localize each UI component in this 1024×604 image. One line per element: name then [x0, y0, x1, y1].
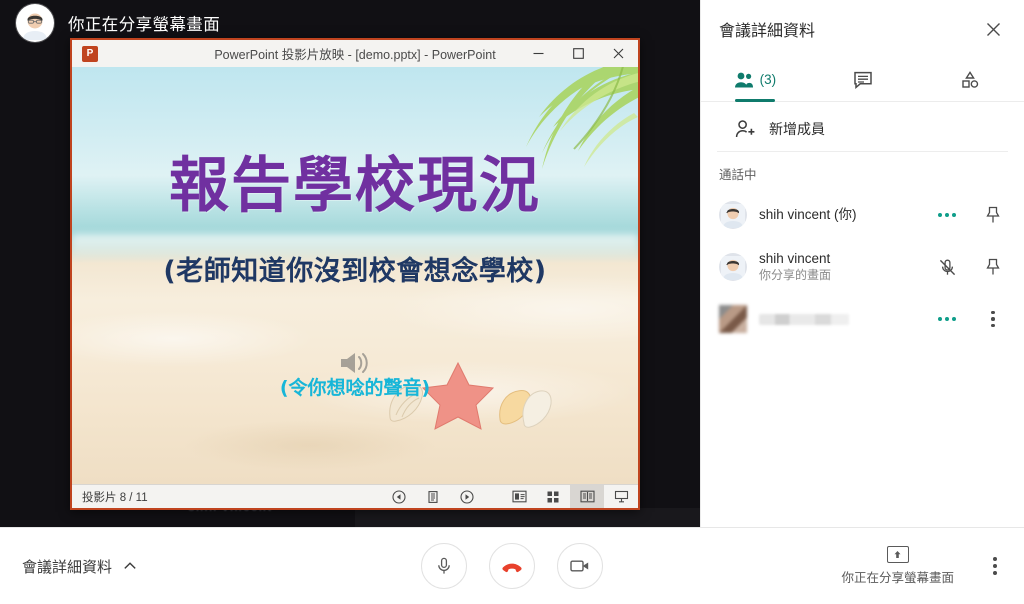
participant-name: shih vincent (你) — [759, 206, 857, 222]
background-window-band — [355, 508, 700, 527]
slide-subtitle: (老師知道你沒到校會想念學校) — [163, 256, 547, 287]
more-options-button[interactable] — [980, 551, 1010, 581]
participant-names: shih vincent 你分享的畫面 — [759, 251, 918, 283]
panel-title: 會議詳細資料 — [719, 23, 816, 40]
participant-names: shih vincent (你) — [759, 207, 918, 224]
avatar-face-icon — [721, 204, 745, 229]
hangup-button[interactable] — [489, 543, 535, 589]
powerpoint-status-bar: 投影片 8 / 11 — [72, 484, 638, 508]
close-icon[interactable] — [598, 40, 638, 67]
minimize-icon[interactable] — [518, 40, 558, 67]
add-member-button[interactable]: 新增成員 — [717, 106, 1008, 152]
people-count: (3) — [759, 72, 777, 87]
avatar — [719, 201, 747, 229]
panel-header: 會議詳細資料 — [701, 0, 1024, 58]
tab-chat[interactable] — [809, 58, 917, 101]
speaking-dots-icon — [930, 213, 964, 217]
tab-activities[interactable] — [916, 58, 1024, 101]
slide-view-controls — [382, 485, 638, 508]
shared-screen-stage: 你正在分享螢幕畫面 shih vincent P PowerPoint 投影片放… — [0, 0, 700, 527]
powerpoint-logo-icon: P — [82, 45, 98, 62]
slide-audio-label: (令你想唸的聲音) — [279, 377, 431, 399]
slide-counter: 投影片 8 / 11 — [82, 491, 148, 504]
grid-view-icon[interactable] — [536, 485, 570, 508]
participant-status-text: 你分享的畫面 — [759, 267, 832, 282]
participant-name — [759, 313, 849, 325]
panel-tabs: (3) — [701, 58, 1024, 102]
bottom-right-controls: 你正在分享螢幕畫面 — [841, 546, 1024, 586]
add-member-label: 新增成員 — [769, 120, 825, 137]
participant-names — [759, 313, 918, 325]
avatar-face-icon — [721, 256, 745, 281]
next-slide-icon[interactable] — [450, 485, 484, 508]
camera-button[interactable] — [557, 543, 603, 589]
avatar — [719, 305, 747, 333]
avatar — [719, 253, 747, 281]
people-icon — [734, 72, 753, 87]
more-vertical-icon[interactable] — [976, 310, 1010, 328]
participant-row[interactable]: shih vincent (你) — [701, 189, 1024, 241]
window-controls — [518, 40, 638, 67]
avatar — [16, 4, 54, 42]
shapes-icon — [962, 70, 979, 88]
slide-canvas[interactable]: 報告學校現況 (老師知道你沒到校會想念學校) (令你想唸的聲音) — [72, 67, 638, 484]
share-screen-status[interactable]: 你正在分享螢幕畫面 — [841, 546, 954, 586]
pin-icon[interactable] — [976, 258, 1010, 276]
participant-name: shih vincent — [759, 251, 831, 267]
teams-meeting-window: 你正在分享螢幕畫面 shih vincent P PowerPoint 投影片放… — [0, 0, 1024, 604]
camera-icon — [570, 560, 589, 572]
mic-icon — [438, 557, 450, 574]
tab-people[interactable]: (3) — [701, 58, 809, 101]
powerpoint-title-bar[interactable]: P PowerPoint 投影片放映 - [demo.pptx] - Power… — [72, 40, 638, 67]
notes-icon[interactable] — [416, 485, 450, 508]
share-screen-icon — [886, 546, 909, 563]
meeting-details-panel: 會議詳細資料 (3) 新增成員 通話中 shih vincent (你) shi… — [700, 0, 1024, 527]
slideshow-icon[interactable] — [604, 485, 638, 508]
previous-slide-icon[interactable] — [382, 485, 416, 508]
chat-icon — [853, 71, 872, 89]
powerpoint-window: P PowerPoint 投影片放映 - [demo.pptx] - Power… — [70, 38, 640, 510]
slide-title: 報告學校現況 — [169, 151, 541, 221]
meeting-details-toggle[interactable]: 會議詳細資料 — [0, 556, 138, 577]
maximize-icon[interactable] — [558, 40, 598, 67]
layout-icon[interactable] — [502, 485, 536, 508]
hangup-icon — [502, 563, 522, 573]
pin-icon[interactable] — [976, 206, 1010, 224]
mic-button[interactable] — [421, 543, 467, 589]
participant-row[interactable] — [701, 293, 1024, 345]
sharing-banner-text: 你正在分享螢幕畫面 — [68, 16, 221, 34]
add-person-icon — [735, 119, 755, 137]
mic-off-icon[interactable] — [930, 258, 964, 277]
meeting-details-label: 會議詳細資料 — [22, 558, 113, 576]
chevron-up-icon — [124, 562, 136, 569]
reading-view-icon[interactable] — [570, 485, 604, 508]
share-screen-label: 你正在分享螢幕畫面 — [841, 571, 954, 585]
avatar-face-icon — [23, 13, 47, 41]
speaking-dots-icon — [930, 317, 964, 321]
call-controls — [421, 543, 603, 589]
participant-row[interactable]: shih vincent 你分享的畫面 — [701, 241, 1024, 293]
meeting-control-bar: 會議詳細資料 你正在分享螢幕畫面 — [0, 527, 1024, 604]
section-label-in-call: 通話中 — [719, 168, 757, 182]
close-icon[interactable] — [976, 12, 1010, 46]
